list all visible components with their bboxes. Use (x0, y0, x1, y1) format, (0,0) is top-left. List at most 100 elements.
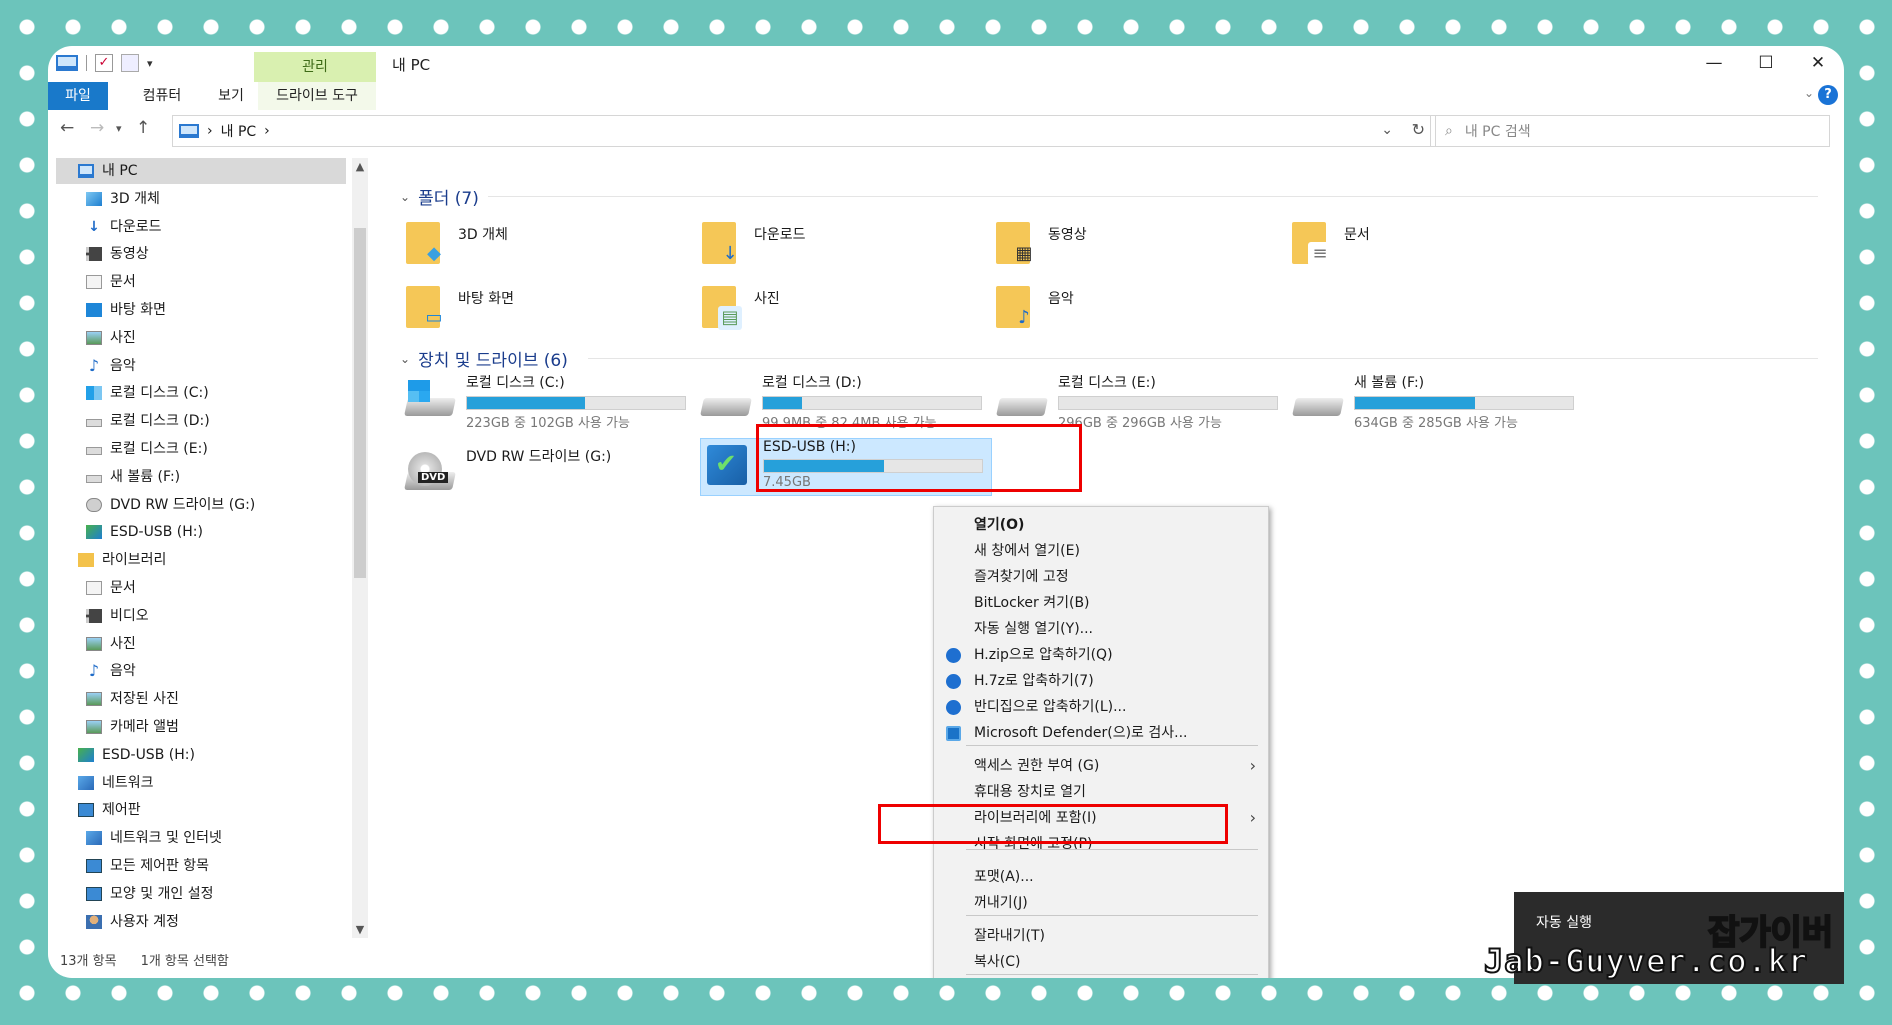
sidebar-item[interactable]: 모든 제어판 항목 (86, 853, 209, 879)
sidebar-item[interactable]: 3D 개체 (86, 186, 160, 212)
folder-item[interactable]: ≡ 문서 (1292, 218, 1572, 274)
folder-item[interactable]: ♪ 음악 (996, 282, 1276, 338)
drive-item[interactable]: DVD DVD RW 드라이브 (G:) (404, 446, 694, 510)
scroll-up-icon[interactable]: ▲ (352, 160, 368, 173)
sidebar-item[interactable]: 저장된 사진 (86, 686, 179, 712)
maximize-button[interactable]: ☐ (1740, 46, 1792, 80)
forward-arrow-icon[interactable]: → (90, 118, 104, 138)
context-menu-item[interactable]: 열기(O) (934, 513, 1268, 537)
context-menu-item[interactable]: 포맷(A)... (934, 865, 1268, 889)
submenu-arrow-icon: › (1249, 808, 1256, 827)
tab-view[interactable]: 보기 (204, 82, 258, 110)
folder-item[interactable]: ◆ 3D 개체 (406, 218, 686, 274)
drive-usage-bar (762, 396, 982, 410)
context-menu-item[interactable]: 복사(C) (934, 950, 1268, 974)
folders-group-header[interactable]: ⌄ 폴더 (7) (400, 184, 479, 209)
hard-drive-icon (700, 372, 752, 424)
refresh-icon[interactable]: ↻ (1412, 120, 1425, 139)
folder-item[interactable]: ↓ 다운로드 (702, 218, 982, 274)
help-icon[interactable]: ? (1818, 85, 1838, 105)
breadcrumb-my-pc[interactable]: 내 PC (221, 121, 257, 141)
context-menu-item[interactable]: Microsoft Defender(으)로 검사... (934, 721, 1268, 745)
drive-item[interactable]: 새 볼륨 (F:) 634GB 중 285GB 사용 가능 (1292, 372, 1582, 436)
context-menu-item[interactable]: 즐겨찾기에 고정 (934, 565, 1268, 589)
context-menu-item[interactable]: 휴대용 장치로 열기 (934, 780, 1268, 804)
close-button[interactable]: ✕ (1792, 46, 1844, 80)
sidebar-item-label: 음악 (110, 663, 136, 680)
search-input[interactable]: ⌕ 내 PC 검색 (1430, 115, 1830, 147)
picture-icon: ▤ (702, 282, 742, 330)
customize-toolbar-icon[interactable]: ▾ (147, 57, 153, 70)
sidebar-item[interactable]: 바탕 화면 (86, 297, 166, 323)
context-menu-item[interactable]: 반디집으로 압축하기(L)... (934, 695, 1268, 719)
folders-group-title: 폴더 (7) (418, 189, 479, 209)
drive-item[interactable]: 로컬 디스크 (C:) 223GB 중 102GB 사용 가능 (404, 372, 694, 436)
sidebar-item[interactable]: 사진 (86, 325, 136, 351)
sidebar-item[interactable]: 제어판 (78, 797, 141, 823)
sidebar-item-label: 새 볼륨 (F:) (110, 468, 181, 485)
up-arrow-icon[interactable]: ↑ (136, 118, 150, 138)
context-menu-item[interactable]: 꺼내기(J) (934, 891, 1268, 915)
download-icon: ↓ (88, 218, 100, 235)
sidebar-item[interactable]: 새 볼륨 (F:) (86, 464, 180, 490)
folder-item[interactable]: ▦ 동영상 (996, 218, 1276, 274)
pc-icon[interactable] (56, 55, 78, 71)
sidebar-item[interactable]: DVD RW 드라이브 (G:) (86, 492, 255, 518)
sidebar-item-label: 모든 제어판 항목 (110, 858, 210, 874)
sidebar-item[interactable]: ♪ 음악 (86, 658, 136, 684)
sidebar-item[interactable]: ♪ 음악 (86, 353, 136, 379)
sidebar-item[interactable]: 네트워크 (78, 770, 154, 796)
sidebar-item[interactable]: 라이브러리 (78, 547, 166, 573)
context-menu: 열기(O) 새 창에서 열기(E) 즐겨찾기에 고정 BitLocker 켜기(B) 자… (933, 506, 1269, 978)
dvd-icon (86, 497, 102, 512)
context-menu-item[interactable]: BitLocker 켜기(B) (934, 591, 1268, 615)
video-icon (86, 608, 102, 623)
menu-separator (966, 974, 1258, 975)
tab-computer[interactable]: 컴퓨터 (122, 82, 202, 110)
context-menu-item[interactable]: 액세스 권한 부여 (G) › (934, 754, 1268, 778)
sidebar-item[interactable]: 사진 (86, 631, 136, 657)
sidebar-item[interactable]: 비디오 (86, 603, 149, 629)
menu-separator (966, 849, 1258, 850)
back-arrow-icon[interactable]: ← (60, 118, 74, 138)
context-menu-item[interactable]: 잘라내기(T) (934, 924, 1268, 948)
tab-file[interactable]: 파일 (48, 82, 108, 110)
sidebar-item[interactable]: 동영상 (86, 241, 149, 267)
sidebar-scrollbar[interactable]: ▲ ▼ (352, 158, 368, 938)
drive-info: 로컬 디스크 (C:) 223GB 중 102GB 사용 가능 (466, 372, 694, 436)
windows-drive-icon (404, 372, 456, 424)
sidebar-item[interactable]: ↓ 다운로드 (86, 214, 161, 240)
sidebar-item[interactable]: 문서 (86, 575, 136, 601)
ribbon-expand-icon[interactable]: ⌄ (1804, 86, 1814, 100)
sidebar-item[interactable]: 카메라 앨범 (86, 714, 179, 740)
sidebar-item[interactable]: 네트워크 및 인터넷 (86, 825, 222, 851)
context-menu-item[interactable]: H.zip으로 압축하기(Q) (934, 643, 1268, 667)
properties-icon[interactable]: ✓ (95, 54, 113, 72)
tab-drive-tools[interactable]: 드라이브 도구 (258, 82, 376, 110)
drives-group-header[interactable]: ⌄ 장치 및 드라이브 (6) (400, 346, 568, 371)
address-dropdown-icon[interactable]: ⌄ (1381, 122, 1393, 138)
recent-locations-icon[interactable]: ▾ (116, 122, 122, 135)
context-menu-label: H.zip으로 압축하기(Q) (974, 647, 1113, 663)
address-bar[interactable]: › 내 PC › ⌄ ↻ (172, 115, 1436, 147)
folder-item[interactable]: ▤ 사진 (702, 282, 982, 338)
scroll-down-icon[interactable]: ▼ (352, 923, 368, 936)
sidebar-item[interactable]: 로컬 디스크 (D:) (86, 408, 210, 434)
sidebar-item[interactable]: 문서 (86, 269, 136, 295)
sidebar-item[interactable]: 로컬 디스크 (E:) (86, 436, 208, 462)
new-folder-icon[interactable] (121, 54, 139, 72)
sidebar-item[interactable]: 사용자 계정 (86, 909, 179, 935)
sidebar-item[interactable]: ESD-USB (H:) (86, 519, 203, 545)
sidebar-item[interactable]: ESD-USB (H:) (78, 742, 195, 768)
context-menu-item[interactable]: 새 창에서 열기(E) (934, 539, 1268, 563)
minimize-button[interactable]: — (1688, 46, 1740, 80)
context-menu-item[interactable]: 자동 실행 열기(Y)... (934, 617, 1268, 641)
sidebar-item-label: 로컬 디스크 (C:) (110, 385, 209, 402)
context-menu-item[interactable]: H.7z로 압축하기(7) (934, 669, 1268, 693)
sidebar-item[interactable]: 내 PC (56, 158, 346, 184)
tab-manage[interactable]: 관리 (254, 52, 376, 82)
sidebar-item[interactable]: 로컬 디스크 (C:) (86, 380, 209, 406)
folder-item[interactable]: ▭ 바탕 화면 (406, 282, 686, 338)
scroll-thumb[interactable] (354, 228, 366, 578)
sidebar-item[interactable]: 모양 및 개인 설정 (86, 881, 214, 907)
